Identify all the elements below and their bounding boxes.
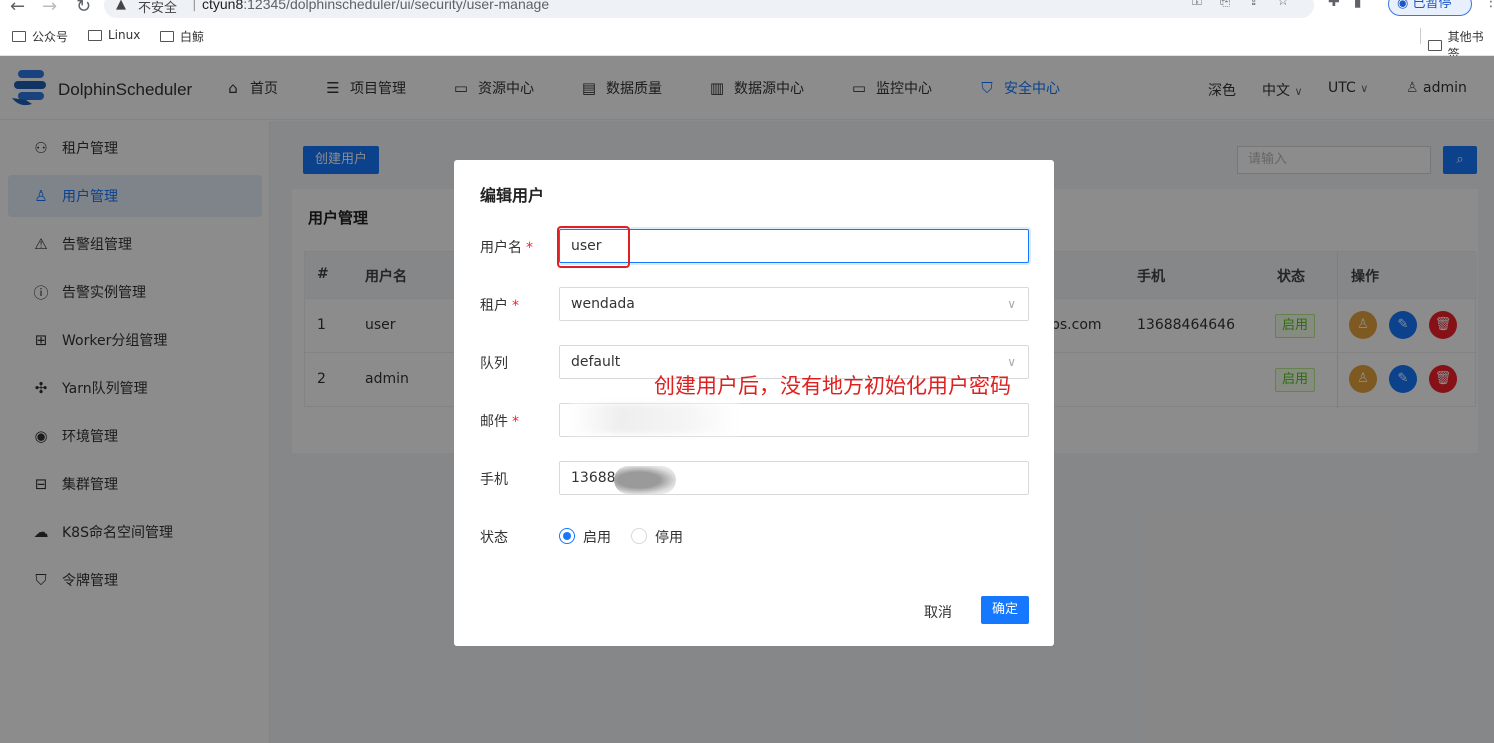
state-label: 状态 xyxy=(480,530,508,546)
warning-icon: ▲ xyxy=(116,0,126,12)
bookmark-separator xyxy=(1420,28,1421,44)
folder-icon xyxy=(12,31,26,42)
confirm-button[interactable]: 确定 xyxy=(981,596,1029,624)
redaction-blur xyxy=(614,466,676,494)
folder-icon xyxy=(88,29,102,41)
forward-icon[interactable]: → xyxy=(42,0,57,17)
queue-label: 队列 xyxy=(480,356,508,372)
menu-kebab-icon[interactable]: ⋮ xyxy=(1484,0,1494,10)
radio-enabled-label[interactable]: 启用 xyxy=(583,527,611,547)
bookmark-3[interactable]: 白鲸 xyxy=(160,28,204,45)
url-separator: | xyxy=(192,0,197,12)
redaction-blur xyxy=(570,404,738,434)
radio-enabled[interactable] xyxy=(559,528,575,544)
edit-user-dialog: 编辑用户 用户名 * user 租户 * wendada ∨ 队列 default ∨ … xyxy=(454,160,1054,646)
tenant-select[interactable]: wendada ∨ xyxy=(559,287,1029,321)
extension-icons[interactable]: ✚▮ xyxy=(1328,0,1375,10)
folder-icon xyxy=(1428,39,1442,51)
tenant-label: 租户 * xyxy=(480,298,519,314)
bookmark-1[interactable]: 公众号 xyxy=(12,28,68,45)
username-label: 用户名 * xyxy=(480,240,533,256)
radio-disabled-label[interactable]: 停用 xyxy=(655,527,683,547)
annotation-text: 创建用户后，没有地方初始化用户密码 xyxy=(654,374,1011,398)
url-text: ctyun8:12345/dolphinscheduler/ui/securit… xyxy=(202,0,550,12)
security-label: 不安全 xyxy=(138,1,178,16)
profile-button[interactable]: ◉ 已暂停 xyxy=(1388,0,1472,16)
omnibox-icons[interactable]: ⚿⎘⇪☆ xyxy=(1192,0,1307,9)
reload-icon[interactable]: ↻ xyxy=(76,0,91,17)
folder-icon xyxy=(160,31,174,42)
cancel-button[interactable]: 取消 xyxy=(924,602,952,622)
address-bar[interactable]: ▲ 不安全 | ctyun8:12345/dolphinscheduler/ui… xyxy=(104,0,1314,18)
browser-chrome: ← → ↻ ▲ 不安全 | ctyun8:12345/dolphinschedu… xyxy=(0,0,1494,61)
radio-disabled[interactable] xyxy=(631,528,647,544)
bookmark-2[interactable]: Linux xyxy=(88,28,140,42)
highlight-box xyxy=(557,226,630,268)
phone-label: 手机 xyxy=(480,472,508,488)
back-icon[interactable]: ← xyxy=(10,0,25,17)
chevron-down-icon: ∨ xyxy=(1007,297,1016,311)
email-label: 邮件 * xyxy=(480,414,519,430)
dialog-title: 编辑用户 xyxy=(480,186,545,205)
